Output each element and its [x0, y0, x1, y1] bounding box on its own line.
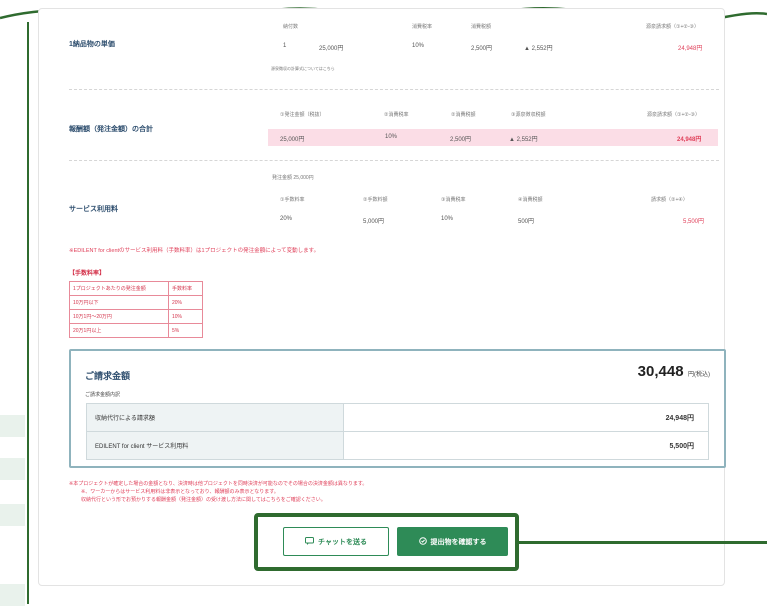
- col-header: ①手数料率: [280, 197, 305, 203]
- breakdown-table: 収納代行による請求額 24,948円 EDILENT for client サー…: [86, 403, 709, 460]
- fees-cell: 10万円以下: [69, 295, 169, 310]
- fees-header-row: 1プロジェクトあたりの発注金額 手数料率: [69, 281, 203, 296]
- fees-cell: 10%: [168, 309, 203, 324]
- fees-row: 10万円以下 20%: [69, 295, 203, 310]
- cell-value: 24,948円: [678, 46, 703, 52]
- cell-value: 25,000円: [319, 46, 344, 52]
- fees-row: 20万1円以上 5%: [69, 323, 203, 338]
- invoice-card: 1納品物の単価 納付数 消費税率 消費税額 源泉請求額（①+②-③） 1 25,…: [38, 8, 726, 586]
- col-header: ③消費税率: [441, 197, 466, 203]
- fees-cell: 5%: [168, 323, 203, 338]
- divider: [69, 89, 719, 90]
- col-header: ②消費税率: [384, 112, 409, 118]
- highlight-connector: [519, 541, 767, 544]
- col-header: 源泉請求額（①+②-③）: [647, 112, 701, 118]
- col-header: 請求額（②+④）: [651, 197, 688, 203]
- col-header: ②消費税額: [451, 112, 476, 118]
- cell-value: 500円: [518, 219, 535, 225]
- ghost-sidebar-item: [0, 415, 25, 437]
- footnote: ※、ワーカーからはサービス利用料は非表示となっており、報酬額のみ表示となります。: [81, 489, 279, 495]
- row-product-title: 1納品物の単価: [69, 41, 115, 48]
- send-chat-label: チャットを送る: [318, 538, 367, 546]
- row-total-title: 報酬額（発注金額）の合計: [69, 126, 153, 133]
- cell-value: ▲ 2,552円: [509, 137, 538, 143]
- cell-value: 24,948円: [677, 137, 702, 143]
- fees-title: 【手数料率】: [69, 271, 106, 277]
- ghost-sidebar-item: [0, 504, 25, 526]
- summary-amount: 30,448: [637, 363, 684, 380]
- col-header: ③源泉徴収税額: [511, 112, 546, 118]
- fees-header-cell: 手数料率: [168, 281, 203, 296]
- service-note: ※EDILENT for clientのサービス利用料（手数料率）は1プロジェク…: [69, 248, 320, 254]
- cell-value: 10%: [412, 43, 425, 49]
- summary-title: ご請求金額: [85, 371, 131, 381]
- fees-cell: 20%: [168, 295, 203, 310]
- chat-icon: [305, 536, 315, 547]
- fees-header-cell: 1プロジェクトあたりの発注金額: [69, 281, 169, 296]
- breakdown-value: 24,948円: [343, 403, 709, 432]
- divider: [69, 160, 719, 161]
- fees-cell: 20万1円以上: [69, 323, 169, 338]
- breakdown-value: 5,500円: [343, 431, 709, 460]
- footnote: ※本プロジェクトが確定した場合の金額となり、決済時は他プロジェクトを同時決済が可…: [69, 481, 368, 487]
- cell-value: 1: [283, 43, 287, 49]
- confirm-deliverable-button[interactable]: 提出物を確認する: [397, 527, 508, 556]
- cell-value: 5,500円: [683, 219, 705, 225]
- total-highlight-row: [268, 129, 718, 146]
- left-rail: [27, 22, 29, 604]
- breakdown-row: 収納代行による請求額 24,948円: [86, 403, 709, 432]
- breakdown-label: ご請求金額内訳: [85, 392, 121, 398]
- col-header: 納付数: [283, 24, 299, 30]
- calc-note-link[interactable]: 源泉徴収の計算式についてはこちら: [271, 66, 335, 72]
- fees-table: 1プロジェクトあたりの発注金額 手数料率 10万円以下 20% 10万1円〜20…: [69, 281, 203, 338]
- summary-total: 30,448 円(税込): [638, 363, 710, 381]
- col-header: ④消費税額: [518, 197, 543, 203]
- fees-cell: 10万1円〜20万円: [69, 309, 169, 324]
- cell-value: 5,000円: [363, 219, 385, 225]
- breakdown-key: 収納代行による請求額: [86, 403, 344, 432]
- footnote-link[interactable]: 収納代行という形でお預かりする報酬金額（発注金額）の受け渡し方法に関してはこちら…: [81, 496, 326, 504]
- cell-value: 2,500円: [450, 137, 472, 143]
- cell-value: ▲ 2,552円: [524, 46, 553, 52]
- cell-value: 10%: [441, 216, 454, 222]
- summary-unit: 円(税込): [688, 372, 710, 378]
- billing-summary: ご請求金額 30,448 円(税込) ご請求金額内訳 収納代行による請求額 24…: [69, 349, 726, 468]
- row-service-title: サービス利用料: [69, 206, 118, 213]
- cell-value: 10%: [385, 134, 398, 140]
- col-header: ①発注金額（税抜）: [280, 112, 325, 118]
- cell-value: 2,500円: [471, 46, 493, 52]
- col-header: 消費税率: [412, 24, 433, 30]
- check-circle-icon: [418, 536, 427, 547]
- col-header: ②手数料額: [363, 197, 388, 203]
- col-header: 消費税額: [471, 24, 492, 30]
- service-base: 発注金額 25,000円: [272, 175, 314, 181]
- ghost-sidebar-item: [0, 458, 25, 480]
- breakdown-key: EDILENT for client サービス利用料: [86, 431, 344, 460]
- col-header: 源泉請求額（①+②-③）: [646, 24, 700, 30]
- cell-value: 25,000円: [280, 137, 305, 143]
- ghost-sidebar-item: [0, 584, 25, 606]
- send-chat-button[interactable]: チャットを送る: [283, 527, 389, 556]
- breakdown-row: EDILENT for client サービス利用料 5,500円: [86, 431, 709, 460]
- cell-value: 20%: [280, 216, 293, 222]
- fees-row: 10万1円〜20万円 10%: [69, 309, 203, 324]
- confirm-deliverable-label: 提出物を確認する: [430, 538, 487, 546]
